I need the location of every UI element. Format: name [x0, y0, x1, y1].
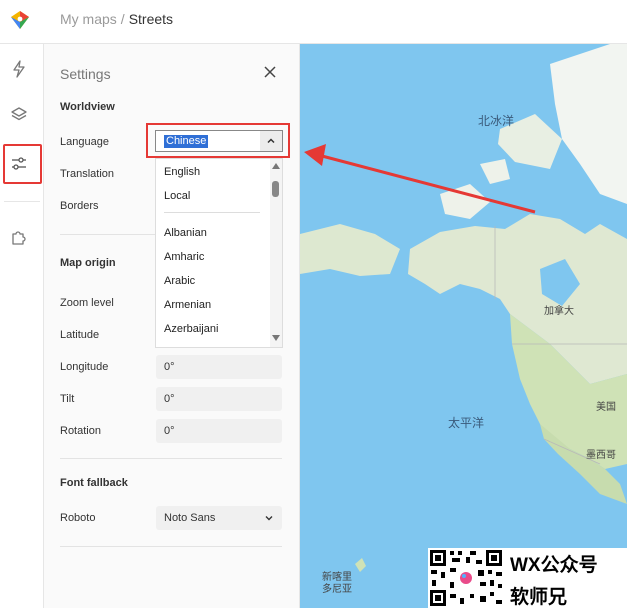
worldview-heading: Worldview — [60, 101, 115, 113]
side-rail — [0, 44, 44, 608]
language-label: Language — [60, 136, 109, 148]
list-item[interactable]: English — [164, 166, 200, 178]
map-canvas[interactable]: 北冰洋 加拿大 太平洋 美国 墨西哥 新喀里 多尼亚 — [300, 44, 627, 608]
watermark: WX公众号 软师兄 — [428, 548, 627, 608]
option-separator — [164, 212, 260, 213]
font-fallback-select[interactable]: Noto Sans — [156, 506, 282, 530]
map-origin-heading: Map origin — [60, 257, 116, 269]
translation-label: Translation — [60, 168, 115, 180]
map-label-new-caledonia: 新喀里 多尼亚 — [322, 572, 352, 595]
rotation-label: Rotation — [60, 425, 101, 437]
puzzle-icon[interactable] — [8, 226, 30, 248]
list-item[interactable]: Amharic — [164, 251, 204, 263]
latitude-label: Latitude — [60, 329, 100, 341]
chevron-down-icon — [265, 516, 273, 521]
section-divider — [60, 458, 282, 459]
scroll-down-arrow[interactable] — [272, 335, 280, 341]
breadcrumb-separator: / — [120, 11, 125, 27]
scroll-up-arrow[interactable] — [272, 163, 280, 169]
top-bar: My maps / Streets — [0, 0, 627, 44]
language-options-list[interactable]: English Local Albanian Amharic Arabic Ar… — [155, 158, 283, 348]
bolt-icon[interactable] — [8, 58, 30, 80]
close-icon[interactable] — [262, 64, 278, 80]
app-logo-icon[interactable] — [10, 10, 30, 30]
list-item[interactable]: Arabic — [164, 275, 195, 287]
map-label-usa: 美国 — [596, 402, 616, 413]
annotation-arrow-icon — [304, 144, 536, 214]
map-land — [300, 44, 627, 572]
tilt-label: Tilt — [60, 393, 75, 405]
layers-icon[interactable] — [8, 104, 30, 126]
borders-label: Borders — [60, 200, 99, 212]
breadcrumb: My maps / Streets — [60, 11, 173, 27]
watermark-line1: WX公众号 — [510, 555, 598, 576]
language-value: Chinese — [164, 135, 209, 148]
qr-code-icon — [428, 548, 504, 608]
rail-divider — [4, 201, 40, 202]
section-divider — [60, 546, 282, 547]
font-fallback-heading: Font fallback — [60, 477, 128, 489]
list-item[interactable]: Local — [164, 190, 190, 202]
settings-title: Settings — [60, 66, 111, 82]
chevron-up-icon[interactable] — [260, 131, 282, 151]
font-fallback-value: Noto Sans — [164, 512, 216, 524]
scrollbar-thumb[interactable] — [272, 181, 279, 197]
settings-panel: Settings Worldview Language Translation … — [44, 44, 300, 608]
map-label-canada: 加拿大 — [544, 306, 574, 317]
rotation-field[interactable]: 0° — [156, 419, 282, 443]
longitude-field[interactable]: 0° — [156, 355, 282, 379]
map-label-arctic: 北冰洋 — [478, 114, 515, 128]
list-item[interactable]: Albanian — [164, 227, 207, 239]
map-label-pacific: 太平洋 — [448, 416, 485, 430]
list-item[interactable]: Azerbaijani — [164, 323, 218, 335]
zoom-level-label: Zoom level — [60, 297, 114, 309]
longitude-label: Longitude — [60, 361, 109, 373]
breadcrumb-current: Streets — [128, 11, 174, 27]
breadcrumb-parent[interactable]: My maps — [60, 11, 117, 27]
list-item[interactable]: Armenian — [164, 299, 211, 311]
map-label-mexico: 墨西哥 — [586, 450, 616, 461]
language-select[interactable]: Chinese — [155, 130, 283, 152]
watermark-line2: 软师兄 — [510, 587, 568, 608]
sliders-icon[interactable] — [8, 153, 30, 175]
font-label: Roboto — [60, 512, 96, 524]
tilt-field[interactable]: 0° — [156, 387, 282, 411]
